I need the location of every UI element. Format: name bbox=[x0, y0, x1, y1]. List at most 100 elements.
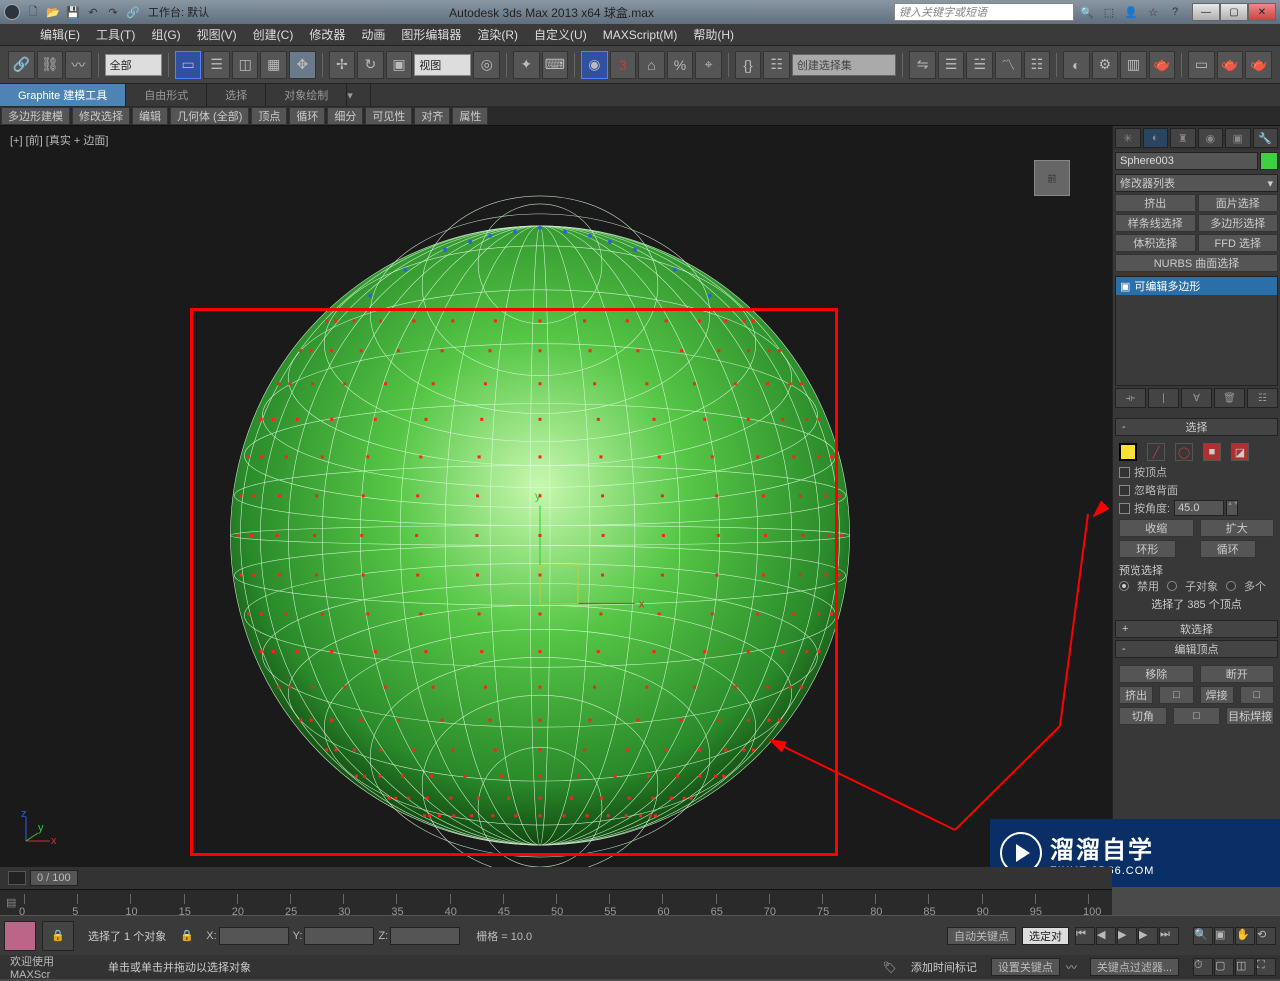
ribbon-subdiv[interactable]: 细分 bbox=[327, 107, 363, 125]
scale-icon[interactable]: ▣ bbox=[386, 51, 413, 79]
ribbon-edit[interactable]: 编辑 bbox=[132, 107, 168, 125]
move-icon[interactable]: ✢ bbox=[329, 51, 356, 79]
selected-dropdown[interactable]: 选定对 bbox=[1022, 927, 1069, 945]
curve-editor-icon[interactable]: 〽 bbox=[995, 51, 1022, 79]
select-object-icon[interactable]: ▭ bbox=[175, 51, 202, 79]
render-setup-icon[interactable]: ⚙ bbox=[1092, 51, 1119, 79]
favorite-icon[interactable]: ☆ bbox=[1144, 3, 1162, 21]
slot-lock-icon[interactable]: 🔒 bbox=[42, 921, 74, 951]
radio-subobj[interactable] bbox=[1167, 581, 1177, 591]
menu-rendering[interactable]: 渲染(R) bbox=[469, 24, 526, 45]
configure-icon[interactable]: ☷ bbox=[1247, 388, 1278, 408]
object-color-swatch[interactable] bbox=[1260, 152, 1278, 170]
render-production-icon[interactable]: ▭ bbox=[1188, 51, 1215, 79]
time-slider-handle-icon[interactable] bbox=[8, 871, 26, 885]
mirror-icon[interactable]: ⇋ bbox=[909, 51, 936, 79]
help-search-input[interactable]: 键入关键字或短语 bbox=[894, 3, 1074, 21]
object-name-input[interactable]: Sphere003 bbox=[1115, 152, 1258, 170]
panel-create-icon[interactable]: ✳ bbox=[1115, 128, 1141, 148]
named-selection-input[interactable]: 创建选择集 bbox=[792, 54, 896, 76]
panel-utilities-icon[interactable]: 🔧 bbox=[1253, 128, 1279, 148]
mod-extrude[interactable]: 挤出 bbox=[1115, 194, 1196, 212]
frame-indicator[interactable]: 0 / 100 bbox=[30, 870, 78, 886]
key-filters-button[interactable]: 关键点过滤器... bbox=[1090, 958, 1179, 976]
set-key-button[interactable]: 设置关键点 bbox=[991, 958, 1060, 976]
coord-z-input[interactable] bbox=[390, 927, 460, 945]
btn-vextrude[interactable]: 挤出 bbox=[1119, 686, 1153, 704]
maximize-vp-icon[interactable]: ⛶ bbox=[1256, 958, 1276, 976]
zoom-icon[interactable]: 🔍 bbox=[1193, 927, 1213, 945]
mod-patchsel[interactable]: 面片选择 bbox=[1198, 194, 1279, 212]
manipulate-icon[interactable]: ✦ bbox=[513, 51, 540, 79]
menu-maxscript[interactable]: MAXScript(M) bbox=[595, 24, 686, 45]
btn-targetweld[interactable]: 目标焊接 bbox=[1226, 707, 1274, 725]
btn-weld-settings[interactable]: □ bbox=[1240, 686, 1274, 704]
menu-tools[interactable]: 工具(T) bbox=[88, 24, 143, 45]
mod-splinesel[interactable]: 样条线选择 bbox=[1115, 214, 1196, 232]
close-button[interactable]: ✕ bbox=[1248, 3, 1276, 21]
rollout-softsel[interactable]: +软选择 bbox=[1115, 620, 1278, 638]
save-icon[interactable]: 💾 bbox=[64, 3, 82, 21]
show-end-icon[interactable]: ∣ bbox=[1148, 388, 1179, 408]
btn-loop[interactable]: 循环 bbox=[1200, 540, 1257, 558]
remove-mod-icon[interactable]: 🗑 bbox=[1214, 388, 1245, 408]
refcoord-dropdown[interactable]: 视图 bbox=[414, 54, 471, 76]
ribbon-polymodel[interactable]: 多边形建模 bbox=[1, 107, 70, 125]
render-frame-icon[interactable]: ▥ bbox=[1120, 51, 1147, 79]
ribbon-tab-expand-icon[interactable]: ▾ bbox=[347, 84, 371, 106]
ribbon-tab-selection[interactable]: 选择 bbox=[207, 84, 266, 106]
pivot-icon[interactable]: ◎ bbox=[473, 51, 500, 79]
modifier-stack[interactable]: ▣可编辑多边形 bbox=[1115, 276, 1278, 386]
signin-icon[interactable]: 👤 bbox=[1122, 3, 1140, 21]
orbit-icon[interactable]: ⟲ bbox=[1256, 927, 1276, 945]
ribbon-props[interactable]: 属性 bbox=[452, 107, 488, 125]
expand-icon[interactable]: ▣ bbox=[1120, 280, 1130, 293]
viewport[interactable]: [+] [前] [真实 + 边面] bbox=[0, 126, 1112, 867]
btn-break[interactable]: 断开 bbox=[1200, 665, 1275, 683]
check-by-vertex[interactable]: 按顶点 bbox=[1119, 464, 1274, 480]
unique-icon[interactable]: ∀ bbox=[1181, 388, 1212, 408]
check-by-angle[interactable]: 按角度: 45.0▲▼ bbox=[1119, 500, 1274, 516]
stack-item-editablepoly[interactable]: ▣可编辑多边形 bbox=[1116, 277, 1277, 295]
keyboard-icon[interactable]: ⌨ bbox=[542, 51, 569, 79]
slot-key-icon[interactable] bbox=[4, 921, 36, 951]
timetag-icon[interactable]: 🏷 bbox=[883, 961, 897, 974]
btn-weld[interactable]: 焊接 bbox=[1200, 686, 1234, 704]
track-bar[interactable]: ▤ 05101520253035404550556065707580859095… bbox=[0, 889, 1112, 915]
subobj-vertex-button[interactable]: ∴ bbox=[1119, 443, 1137, 461]
btn-ring[interactable]: 环形 bbox=[1119, 540, 1176, 558]
ribbon-tab-freeform[interactable]: 自由形式 bbox=[126, 84, 207, 106]
angle-snap-icon[interactable]: 3 bbox=[610, 51, 637, 79]
next-frame-icon[interactable]: ▶ bbox=[1138, 927, 1158, 945]
percent-snap-icon[interactable]: ⌂ bbox=[638, 51, 665, 79]
coord-x-input[interactable] bbox=[219, 927, 289, 945]
select-name-icon[interactable]: ☰ bbox=[203, 51, 230, 79]
time-config-icon[interactable]: ⏱ bbox=[1193, 958, 1213, 976]
lock-selection-icon[interactable]: 🔒 bbox=[180, 929, 200, 942]
angle-value[interactable]: 45.0 bbox=[1174, 500, 1224, 516]
material-editor-icon[interactable]: ◐ bbox=[1063, 51, 1090, 79]
pan-icon[interactable]: ✋ bbox=[1235, 927, 1255, 945]
menu-modifiers[interactable]: 修改器 bbox=[301, 24, 353, 45]
help-icon[interactable]: ? bbox=[1166, 3, 1184, 21]
ribbon-loop[interactable]: 循环 bbox=[289, 107, 325, 125]
prev-frame-icon[interactable]: ◀ bbox=[1096, 927, 1116, 945]
panel-modify-icon[interactable]: ◐ bbox=[1143, 128, 1169, 148]
maximize-button[interactable]: ▢ bbox=[1220, 3, 1248, 21]
open-icon[interactable]: 📂 bbox=[44, 3, 62, 21]
zoom-all-icon[interactable]: ▣ bbox=[1214, 927, 1234, 945]
menu-edit[interactable]: 编辑(E) bbox=[32, 24, 88, 45]
btn-grow[interactable]: 扩大 bbox=[1200, 519, 1275, 537]
search-icon[interactable]: 🔍 bbox=[1078, 3, 1096, 21]
time-slider[interactable]: 0 / 100 bbox=[0, 867, 1112, 889]
menu-help[interactable]: 帮助(H) bbox=[685, 24, 742, 45]
menu-views[interactable]: 视图(V) bbox=[189, 24, 245, 45]
mod-volsel[interactable]: 体积选择 bbox=[1115, 234, 1196, 252]
select-link-icon[interactable]: 🔗 bbox=[8, 51, 35, 79]
snap-toggle-icon[interactable]: ◉ bbox=[581, 51, 608, 79]
btn-extrude-settings[interactable]: □ bbox=[1159, 686, 1193, 704]
undo-icon[interactable]: ↶ bbox=[84, 3, 102, 21]
exchange-icon[interactable]: ⬚ bbox=[1100, 3, 1118, 21]
app-icon[interactable] bbox=[4, 4, 20, 20]
schematic-icon[interactable]: ☷ bbox=[1024, 51, 1051, 79]
